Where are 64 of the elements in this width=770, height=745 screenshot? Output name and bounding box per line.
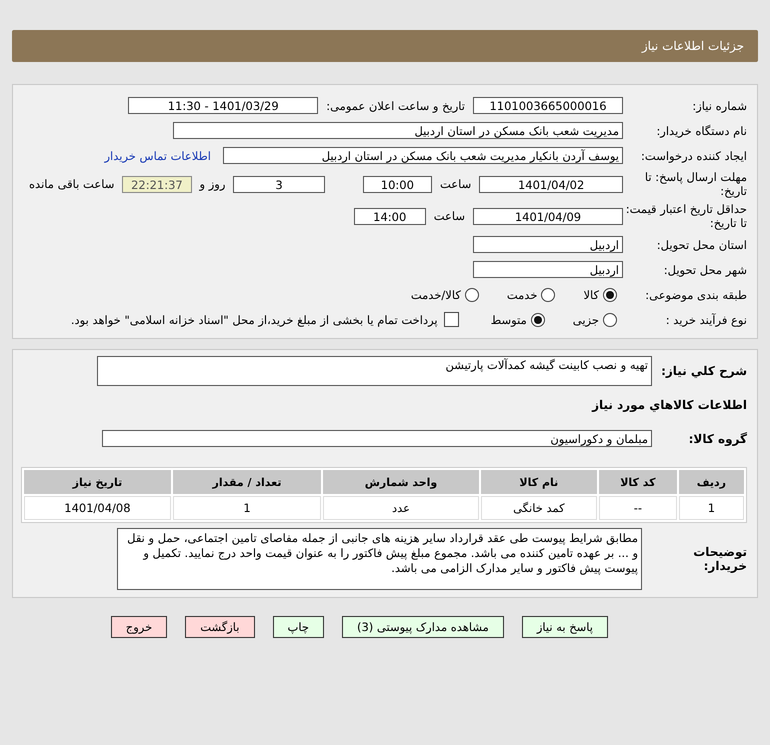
column-header: ردیف — [678, 470, 744, 494]
field-label: نوع فرآیند خرید : — [664, 312, 747, 326]
table-cell: کمد خانگی — [480, 496, 597, 520]
table-cell: عدد — [323, 496, 479, 520]
text-field[interactable]: یوسف آردن بانکیار مدیریت شعب بانک مسکن در استان اردبیل — [223, 147, 623, 164]
option-label: متوسط — [490, 312, 527, 326]
notes-field[interactable]: مطابق شرایط پیوست طی عقد قرارداد سایر هزینه های جانبی از جمله مفاصای تامین اجتماعی، حمل و نقل و ... بر عهده تامین کننده می باشد. مجموع مبلغ پیش فاکتور را به عنوان قیمت واحد درج نمایید. تکمیل و پیوست پیش فاکتور و سایر مدارک الزامی می باشد. — [117, 528, 642, 590]
action-button[interactable]: مشاهده مدارک پیوستی (3) — [342, 616, 504, 638]
field-label: تاریخ و ساعت اعلان عمومی: — [326, 98, 465, 112]
countdown-timer: 22:21:37 — [122, 176, 192, 192]
field-label: ساعت باقی مانده — [29, 177, 114, 191]
field-label: شهر محل تحویل: — [662, 262, 747, 276]
action-button[interactable]: خروج — [110, 616, 168, 638]
column-header: تعداد / مقدار — [172, 470, 322, 494]
field-label: نام دستگاه خریدار: — [655, 124, 747, 138]
table-cell: 1 — [678, 496, 744, 520]
field-label: طبقه بندی موضوعی: — [644, 288, 747, 302]
section-title: اطلاعات کالاهاي مورد نیاز — [590, 398, 747, 412]
field-label: حداقل تاریخ اعتبار قیمت: تا تاریخ: — [624, 202, 747, 230]
summary-field[interactable]: تهیه و نصب کابینت گیشه کمدآلات پارتیشن — [97, 356, 652, 386]
action-button[interactable]: پاسخ به نیاز — [522, 616, 608, 638]
page-title: جزئیات اطلاعات نیاز — [642, 39, 744, 53]
table-cell: 1 — [172, 496, 322, 520]
field-label: روز و — [200, 177, 226, 191]
text-field[interactable]: مدیریت شعب بانک مسکن در استان اردبیل — [173, 122, 623, 139]
checkbox[interactable] — [444, 312, 459, 327]
field-label: شرح کلي نیاز: — [660, 364, 747, 378]
table-cell: -- — [598, 496, 677, 520]
radio-button[interactable] — [603, 288, 617, 302]
field-label: ساعت — [434, 209, 465, 223]
field-label: مهلت ارسال پاسخ: تا تاریخ: — [644, 170, 747, 198]
text-field[interactable]: 1401/04/09 — [473, 208, 623, 224]
field-label: ایجاد کننده درخواست: — [640, 148, 747, 162]
contact-link[interactable]: اطلاعات تماس خریدار — [104, 148, 211, 162]
text-field[interactable]: 10:00 — [362, 176, 432, 192]
table-cell: 1401/04/08 — [24, 496, 171, 520]
field-label: گروه کالا: — [688, 432, 747, 446]
option-label: کالا/خدمت — [410, 288, 461, 302]
action-button[interactable]: چاپ — [272, 616, 324, 638]
text-field[interactable]: 1401/03/29 - 11:30 — [128, 97, 318, 114]
column-header: تاریخ نیاز — [24, 470, 171, 494]
text-field[interactable]: 3 — [233, 176, 325, 192]
radio-button[interactable] — [530, 312, 545, 326]
radio-button[interactable] — [464, 288, 479, 302]
radio-button[interactable] — [603, 312, 617, 326]
column-header: واحد شمارش — [323, 470, 479, 494]
field-label: ساعت — [440, 177, 472, 191]
text-field[interactable]: 1101003665000016 — [473, 97, 623, 114]
text-field[interactable]: 1401/04/02 — [479, 176, 623, 192]
option-label: خدمت — [506, 288, 538, 302]
field-label: استان محل تحویل: — [656, 238, 747, 252]
option-label: کالا — [583, 288, 599, 302]
field-label: شماره نیاز: — [691, 98, 747, 112]
checkbox-label: پرداخت تمام یا بخشی از مبلغ خرید،از محل "اسناد خزانه اسلامی" خواهد بود. — [70, 312, 438, 326]
text-field[interactable]: اردبیل — [473, 236, 623, 253]
column-header: کد کالا — [598, 470, 677, 494]
column-header: نام کالا — [480, 470, 597, 494]
action-button[interactable]: بازگشت — [185, 616, 254, 638]
text-field[interactable]: 14:00 — [354, 208, 426, 224]
text-field[interactable]: اردبیل — [473, 261, 623, 278]
text-field[interactable]: مبلمان و دکوراسیون — [102, 430, 652, 447]
field-label: توضیحات خریدار: — [692, 545, 747, 573]
radio-button[interactable] — [541, 288, 556, 302]
option-label: جزیی — [572, 312, 599, 326]
